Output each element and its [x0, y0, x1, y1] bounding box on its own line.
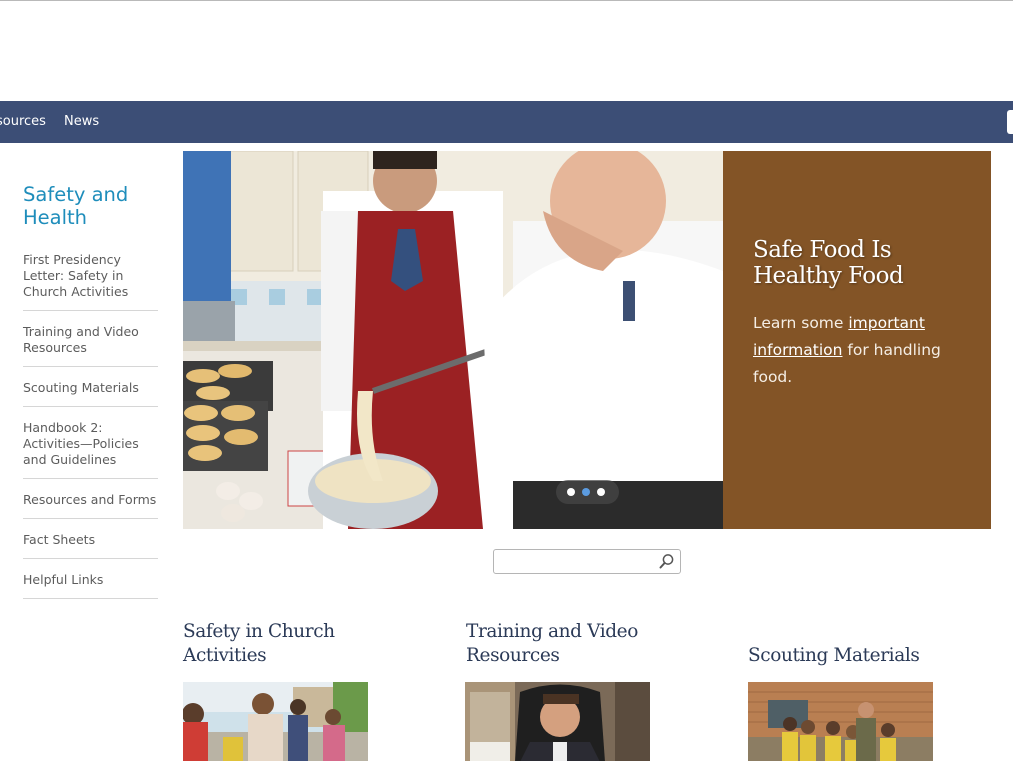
card-image-training[interactable]: [465, 682, 650, 761]
sidebar-item-helpful-links[interactable]: Helpful Links: [23, 570, 158, 599]
sidebar-item-handbook[interactable]: Handbook 2: Activities—Policies and Guid…: [23, 418, 158, 479]
card-image-scouting[interactable]: [748, 682, 933, 761]
hero-photo-cooking[interactable]: [183, 151, 723, 529]
card-training-video: Training and Video Resources: [466, 620, 686, 668]
card-safety-church-activities: Safety in Church Activities: [183, 620, 403, 668]
nav-search-edge[interactable]: [1007, 110, 1013, 134]
card-title-scouting[interactable]: Scouting Materials: [748, 644, 948, 668]
main-navbar: sources News: [0, 101, 1013, 143]
card-title-safety[interactable]: Safety in Church Activities: [183, 620, 403, 668]
sidebar-item-fact-sheets[interactable]: Fact Sheets: [23, 530, 158, 559]
carousel-dot-3[interactable]: [597, 488, 605, 496]
sidebar-item-training-video[interactable]: Training and Video Resources: [23, 322, 158, 367]
carousel-pagination: [556, 480, 619, 504]
card-title-training[interactable]: Training and Video Resources: [466, 620, 686, 668]
carousel-dot-1[interactable]: [567, 488, 575, 496]
hero-description: Learn some important information for han…: [753, 310, 973, 391]
top-divider: [0, 0, 1013, 1]
hero-carousel: Safe Food Is Healthy Food Learn some imp…: [183, 151, 991, 529]
card-image-safety[interactable]: [183, 682, 368, 761]
hero-text-before: Learn some: [753, 314, 849, 332]
sidebar-item-scouting[interactable]: Scouting Materials: [23, 378, 158, 407]
sidebar-item-resources-forms[interactable]: Resources and Forms: [23, 490, 158, 519]
nav-item-news[interactable]: News: [64, 101, 99, 143]
sidebar: Safety and Health First Presidency Lette…: [23, 183, 158, 610]
sidebar-item-first-presidency-letter[interactable]: First Presidency Letter: Safety in Churc…: [23, 250, 158, 311]
search-input[interactable]: [498, 553, 648, 570]
sidebar-title[interactable]: Safety and Health: [23, 183, 158, 229]
hero-caption-panel: Safe Food Is Healthy Food Learn some imp…: [723, 151, 991, 529]
search-icon[interactable]: [657, 552, 677, 571]
card-scouting-materials: Scouting Materials: [748, 644, 948, 668]
carousel-dot-2[interactable]: [582, 488, 590, 496]
nav-item-resources[interactable]: sources: [0, 101, 46, 143]
hero-title: Safe Food Is Healthy Food: [753, 237, 904, 289]
search-box: [493, 549, 681, 574]
